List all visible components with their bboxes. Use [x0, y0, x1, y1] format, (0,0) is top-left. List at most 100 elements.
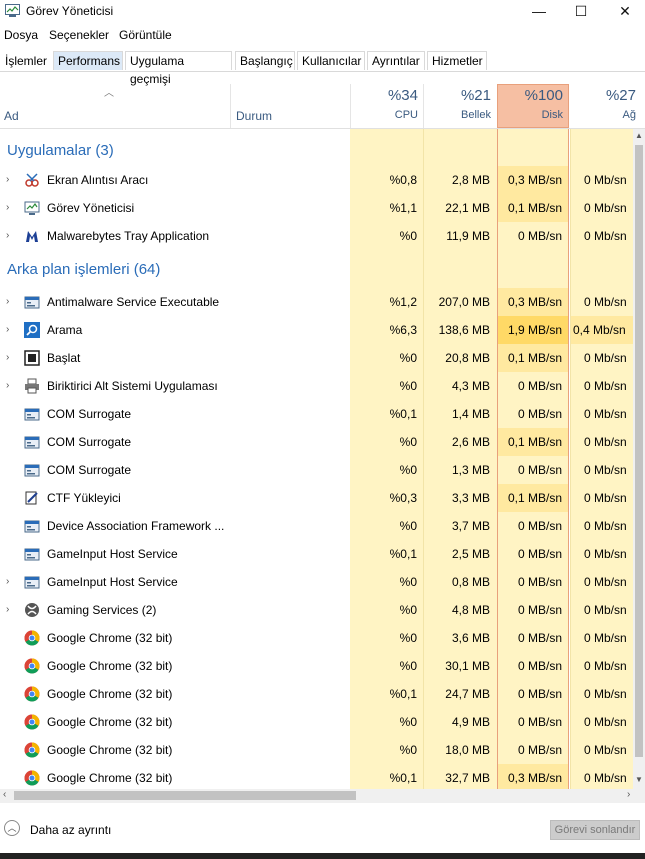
- process-row[interactable]: Device Association Framework ... %0 3,7 MB…: [0, 512, 633, 540]
- process-name: Google Chrome (32 bit): [47, 715, 173, 729]
- process-row[interactable]: › Gaming Services (2) %0 4,8 MB 0 MB/sn 0 Mb/…: [0, 596, 633, 624]
- expand-chevron-icon[interactable]: ›: [6, 174, 9, 185]
- xbox-icon: [24, 602, 40, 618]
- tab-processes[interactable]: İşlemler: [0, 51, 52, 70]
- column-network[interactable]: Ağ: [572, 109, 636, 121]
- process-name: COM Surrogate: [47, 407, 132, 421]
- vertical-scroll-thumb[interactable]: [635, 145, 643, 757]
- expand-chevron-icon[interactable]: ›: [6, 576, 9, 587]
- process-row[interactable]: › Ekran Alıntısı Aracı %0,8 2,8 MB 0,3 MB/sn…: [0, 166, 633, 194]
- network-total[interactable]: %27: [572, 87, 636, 104]
- fewer-details-link[interactable]: Daha az ayrıntı: [30, 823, 111, 837]
- menu-options[interactable]: Seçenekler: [49, 28, 109, 42]
- memory-value: 1,3 MB: [451, 463, 490, 477]
- process-row[interactable]: COM Surrogate %0,1 1,4 MB 0 MB/sn 0 Mb/sn: [0, 400, 633, 428]
- memory-value: 2,8 MB: [451, 173, 490, 187]
- network-value: 0 Mb/sn: [584, 201, 627, 215]
- process-row[interactable]: › Biriktirici Alt Sistemi Uygulaması %0 4,3…: [0, 372, 633, 400]
- group-title: Arka plan işlemleri (64): [7, 261, 161, 278]
- network-value: 0 Mb/sn: [584, 295, 627, 309]
- column-disk[interactable]: Disk: [499, 109, 563, 121]
- process-row[interactable]: CTF Yükleyici %0,3 3,3 MB 0,1 MB/sn 0 Mb/sn: [0, 484, 633, 512]
- minimize-button[interactable]: —: [519, 0, 559, 24]
- maximize-button[interactable]: ☐: [561, 0, 601, 24]
- cpu-value: %0: [399, 463, 417, 477]
- scroll-down-icon[interactable]: ▼: [635, 775, 643, 784]
- process-row[interactable]: › Antimalware Service Executable %1,2 207,0…: [0, 288, 633, 316]
- network-value: 0 Mb/sn: [584, 379, 627, 393]
- process-row[interactable]: GameInput Host Service %0,1 2,5 MB 0 MB/sn 0…: [0, 540, 633, 568]
- cpu-value: %0: [399, 603, 417, 617]
- memory-total[interactable]: %21: [425, 87, 491, 104]
- scroll-up-icon[interactable]: ▲: [635, 131, 643, 140]
- memory-value: 32,7 MB: [445, 771, 490, 785]
- expand-chevron-icon[interactable]: ›: [6, 230, 9, 241]
- expand-chevron-icon[interactable]: ›: [6, 352, 9, 363]
- scroll-left-icon[interactable]: ‹: [3, 789, 6, 800]
- process-name: CTF Yükleyici: [47, 491, 121, 505]
- process-row[interactable]: Google Chrome (32 bit) %0,1 32,7 MB 0,3 MB/…: [0, 764, 633, 789]
- disk-value: 0 MB/sn: [517, 407, 562, 421]
- end-task-button[interactable]: Görevi sonlandır: [550, 820, 640, 840]
- expand-chevron-icon[interactable]: ›: [6, 604, 9, 615]
- tab-performance[interactable]: Performans: [53, 51, 123, 70]
- network-value: 0 Mb/sn: [584, 771, 627, 785]
- sort-up-icon: ︿: [104, 88, 114, 99]
- column-memory[interactable]: Bellek: [425, 109, 491, 121]
- tab-services[interactable]: Hizmetler: [427, 51, 487, 70]
- tab-users[interactable]: Kullanıcılar: [297, 51, 365, 70]
- cpu-value: %0: [399, 575, 417, 589]
- horizontal-scroll-thumb[interactable]: [14, 791, 356, 800]
- disk-value: 0 MB/sn: [517, 631, 562, 645]
- expand-chevron-icon[interactable]: ›: [6, 202, 9, 213]
- process-row[interactable]: › Başlat %0 20,8 MB 0,1 MB/sn 0 Mb/sn: [0, 344, 633, 372]
- process-row[interactable]: Google Chrome (32 bit) %0,1 24,7 MB 0 MB/sn…: [0, 680, 633, 708]
- memory-value: 207,0 MB: [438, 295, 490, 309]
- scroll-right-icon[interactable]: ›: [627, 789, 630, 800]
- process-name: COM Surrogate: [47, 435, 132, 449]
- cpu-value: %0,8: [389, 173, 417, 187]
- menu-view[interactable]: Görüntüle: [119, 28, 172, 42]
- process-row[interactable]: Google Chrome (32 bit) %0 3,6 MB 0 MB/sn 0 M…: [0, 624, 633, 652]
- column-name[interactable]: Ad: [4, 109, 19, 123]
- tab-startup[interactable]: Başlangıç: [235, 51, 295, 70]
- expand-chevron-icon[interactable]: ›: [6, 324, 9, 335]
- snip-icon: [24, 172, 40, 188]
- disk-value: 0 MB/sn: [517, 575, 562, 589]
- process-row[interactable]: › Malwarebytes Tray Application %0 11,9 MB 0…: [0, 222, 633, 250]
- process-name: Device Association Framework ...: [47, 519, 225, 533]
- menu-file[interactable]: Dosya: [4, 28, 38, 42]
- tab-app-history[interactable]: Uygulama geçmişi: [125, 51, 232, 86]
- expand-chevron-icon[interactable]: ›: [6, 296, 9, 307]
- process-row[interactable]: Google Chrome (32 bit) %0 30,1 MB 0 MB/sn 0 …: [0, 652, 633, 680]
- column-cpu[interactable]: CPU: [352, 109, 418, 121]
- disk-value: 0 MB/sn: [517, 229, 562, 243]
- vertical-scrollbar[interactable]: ▲ ▼: [633, 129, 645, 789]
- tab-details[interactable]: Ayrıntılar: [367, 51, 425, 70]
- memory-value: 30,1 MB: [445, 659, 490, 673]
- column-status[interactable]: Durum: [236, 109, 272, 123]
- process-name: Görev Yöneticisi: [47, 201, 135, 215]
- disk-value: 0,1 MB/sn: [507, 351, 562, 365]
- process-row[interactable]: Google Chrome (32 bit) %0 4,9 MB 0 MB/sn 0 M…: [0, 708, 633, 736]
- close-button[interactable]: ✕: [605, 0, 645, 24]
- process-row[interactable]: › Arama %6,3 138,6 MB 1,9 MB/sn 0,4 Mb/sn: [0, 316, 633, 344]
- memory-value: 0,8 MB: [451, 575, 490, 589]
- disk-value: 0 MB/sn: [517, 547, 562, 561]
- disk-value: 1,9 MB/sn: [507, 323, 562, 337]
- process-name: Google Chrome (32 bit): [47, 687, 173, 701]
- network-value: 0 Mb/sn: [584, 491, 627, 505]
- process-row[interactable]: COM Surrogate %0 2,6 MB 0,1 MB/sn 0 Mb/sn: [0, 428, 633, 456]
- disk-total[interactable]: %100: [499, 87, 563, 104]
- chrome-icon: [24, 630, 40, 646]
- disk-value: 0 MB/sn: [517, 659, 562, 673]
- expand-chevron-icon[interactable]: ›: [6, 380, 9, 391]
- cpu-value: %1,2: [389, 295, 417, 309]
- horizontal-scrollbar[interactable]: ‹ ›: [0, 789, 645, 803]
- process-row[interactable]: › Görev Yöneticisi %1,1 22,1 MB 0,1 MB/sn 0 M…: [0, 194, 633, 222]
- process-row[interactable]: › GameInput Host Service %0 0,8 MB 0 MB/sn 0 …: [0, 568, 633, 596]
- cpu-total[interactable]: %34: [352, 87, 418, 104]
- process-row[interactable]: Google Chrome (32 bit) %0 18,0 MB 0 MB/sn 0 …: [0, 736, 633, 764]
- chevron-up-icon[interactable]: ︿: [4, 820, 20, 836]
- process-row[interactable]: COM Surrogate %0 1,3 MB 0 MB/sn 0 Mb/sn: [0, 456, 633, 484]
